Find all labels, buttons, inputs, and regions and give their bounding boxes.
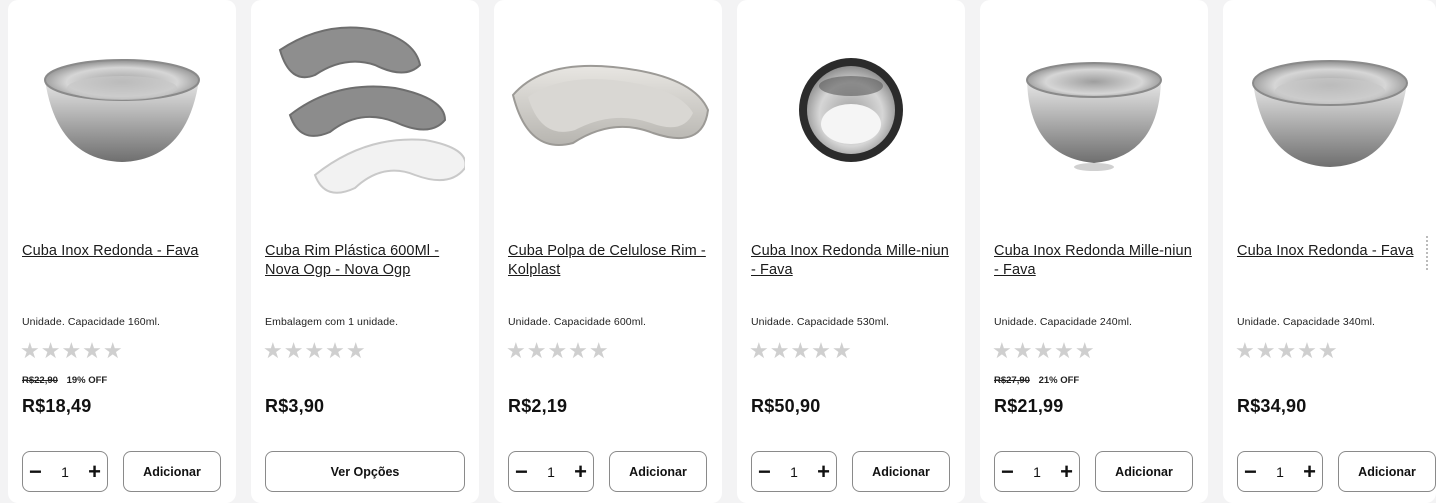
rating-stars: ★★★★★ <box>992 338 1096 363</box>
decrease-quantity-button[interactable]: − <box>29 460 42 482</box>
carousel-scroll-grip[interactable] <box>1426 236 1434 270</box>
quantity-stepper: − 1 + <box>751 451 837 492</box>
quantity-value[interactable]: 1 <box>61 464 69 480</box>
product-name-link[interactable]: Cuba Inox Redonda Mille-niun - Fava <box>751 242 951 280</box>
steel-bowl-icon <box>1251 60 1408 167</box>
product-image[interactable] <box>251 6 479 214</box>
quantity-stepper: − 1 + <box>1237 451 1323 492</box>
rating-stars: ★★★★★ <box>20 338 124 363</box>
add-to-cart-button[interactable]: Adicionar <box>123 451 221 492</box>
product-image[interactable] <box>980 6 1208 214</box>
product-description: Embalagem com 1 unidade. <box>265 316 399 328</box>
product-price: R$50,90 <box>751 396 821 416</box>
quantity-stepper: − 1 + <box>22 451 108 492</box>
discount-badge: 21% OFF <box>1038 375 1080 386</box>
decrease-quantity-button[interactable]: − <box>758 460 771 482</box>
steel-bowl-icon <box>1026 62 1162 171</box>
quantity-value[interactable]: 1 <box>1033 464 1041 480</box>
product-card: Cuba Polpa de Celulose Rim - Kolplast Un… <box>494 0 722 503</box>
product-description: Unidade. Capacidade 530ml. <box>751 316 890 328</box>
old-price: R$22,90 <box>22 375 58 386</box>
rating-stars: ★★★★★ <box>1235 338 1339 363</box>
product-card: Cuba Inox Redonda - Fava Unidade. Capaci… <box>1223 0 1436 503</box>
product-price: R$2,19 <box>508 396 568 416</box>
product-description: Unidade. Capacidade 600ml. <box>508 316 647 328</box>
steel-cup-icon <box>799 58 903 162</box>
decrease-quantity-button[interactable]: − <box>515 460 528 482</box>
product-image[interactable] <box>1223 6 1436 214</box>
kidney-dish-icon <box>511 64 710 146</box>
add-to-cart-button[interactable]: Adicionar <box>1095 451 1193 492</box>
product-name-link[interactable]: Cuba Inox Redonda - Fava <box>1237 242 1436 261</box>
add-to-cart-button[interactable]: Adicionar <box>1338 451 1436 492</box>
old-price: R$27,90 <box>994 375 1030 386</box>
product-card: Cuba Rim Plástica 600Ml - Nova Ogp - Nov… <box>251 0 479 503</box>
product-image[interactable] <box>8 6 236 214</box>
product-name-link[interactable]: Cuba Inox Redonda - Fava <box>22 242 222 261</box>
quantity-value[interactable]: 1 <box>547 464 555 480</box>
view-options-button[interactable]: Ver Opções <box>265 451 465 492</box>
product-image[interactable] <box>737 6 965 214</box>
product-card: Cuba Inox Redonda Mille-niun - Fava Unid… <box>737 0 965 503</box>
product-description: Unidade. Capacidade 160ml. <box>22 316 161 328</box>
quantity-stepper: − 1 + <box>994 451 1080 492</box>
product-price: R$21,99 <box>994 396 1064 416</box>
product-carousel: Cuba Inox Redonda - Fava Unidade. Capaci… <box>0 0 1436 503</box>
discount-badge: 19% OFF <box>66 375 108 386</box>
rating-stars: ★★★★★ <box>749 338 853 363</box>
quantity-stepper: − 1 + <box>508 451 594 492</box>
add-to-cart-button[interactable]: Adicionar <box>852 451 950 492</box>
increase-quantity-button[interactable]: + <box>1303 460 1316 482</box>
increase-quantity-button[interactable]: + <box>817 460 830 482</box>
decrease-quantity-button[interactable]: − <box>1244 460 1257 482</box>
add-to-cart-button[interactable]: Adicionar <box>609 451 707 492</box>
decrease-quantity-button[interactable]: − <box>1001 460 1014 482</box>
price-discount-row: R$27,90 21% OFF <box>994 375 1079 386</box>
product-card: Cuba Inox Redonda Mille-niun - Fava Unid… <box>980 0 1208 503</box>
quantity-value[interactable]: 1 <box>790 464 798 480</box>
product-name-link[interactable]: Cuba Inox Redonda Mille-niun - Fava <box>994 242 1194 280</box>
price-discount-row: R$22,90 19% OFF <box>22 375 107 386</box>
product-name-link[interactable]: Cuba Rim Plástica 600Ml - Nova Ogp - Nov… <box>265 242 465 280</box>
increase-quantity-button[interactable]: + <box>574 460 587 482</box>
product-price: R$18,49 <box>22 396 92 416</box>
product-image[interactable] <box>494 6 722 214</box>
product-description: Unidade. Capacidade 340ml. <box>1237 316 1376 328</box>
product-description: Unidade. Capacidade 240ml. <box>994 316 1133 328</box>
quantity-value[interactable]: 1 <box>1276 464 1284 480</box>
product-price: R$34,90 <box>1237 396 1307 416</box>
kidney-dish-stack-icon <box>278 26 465 194</box>
steel-bowl-icon <box>44 59 200 162</box>
rating-stars: ★★★★★ <box>506 338 610 363</box>
increase-quantity-button[interactable]: + <box>88 460 101 482</box>
product-name-link[interactable]: Cuba Polpa de Celulose Rim - Kolplast <box>508 242 708 280</box>
increase-quantity-button[interactable]: + <box>1060 460 1073 482</box>
product-price: R$3,90 <box>265 396 325 416</box>
product-card: Cuba Inox Redonda - Fava Unidade. Capaci… <box>8 0 236 503</box>
rating-stars: ★★★★★ <box>263 338 367 363</box>
